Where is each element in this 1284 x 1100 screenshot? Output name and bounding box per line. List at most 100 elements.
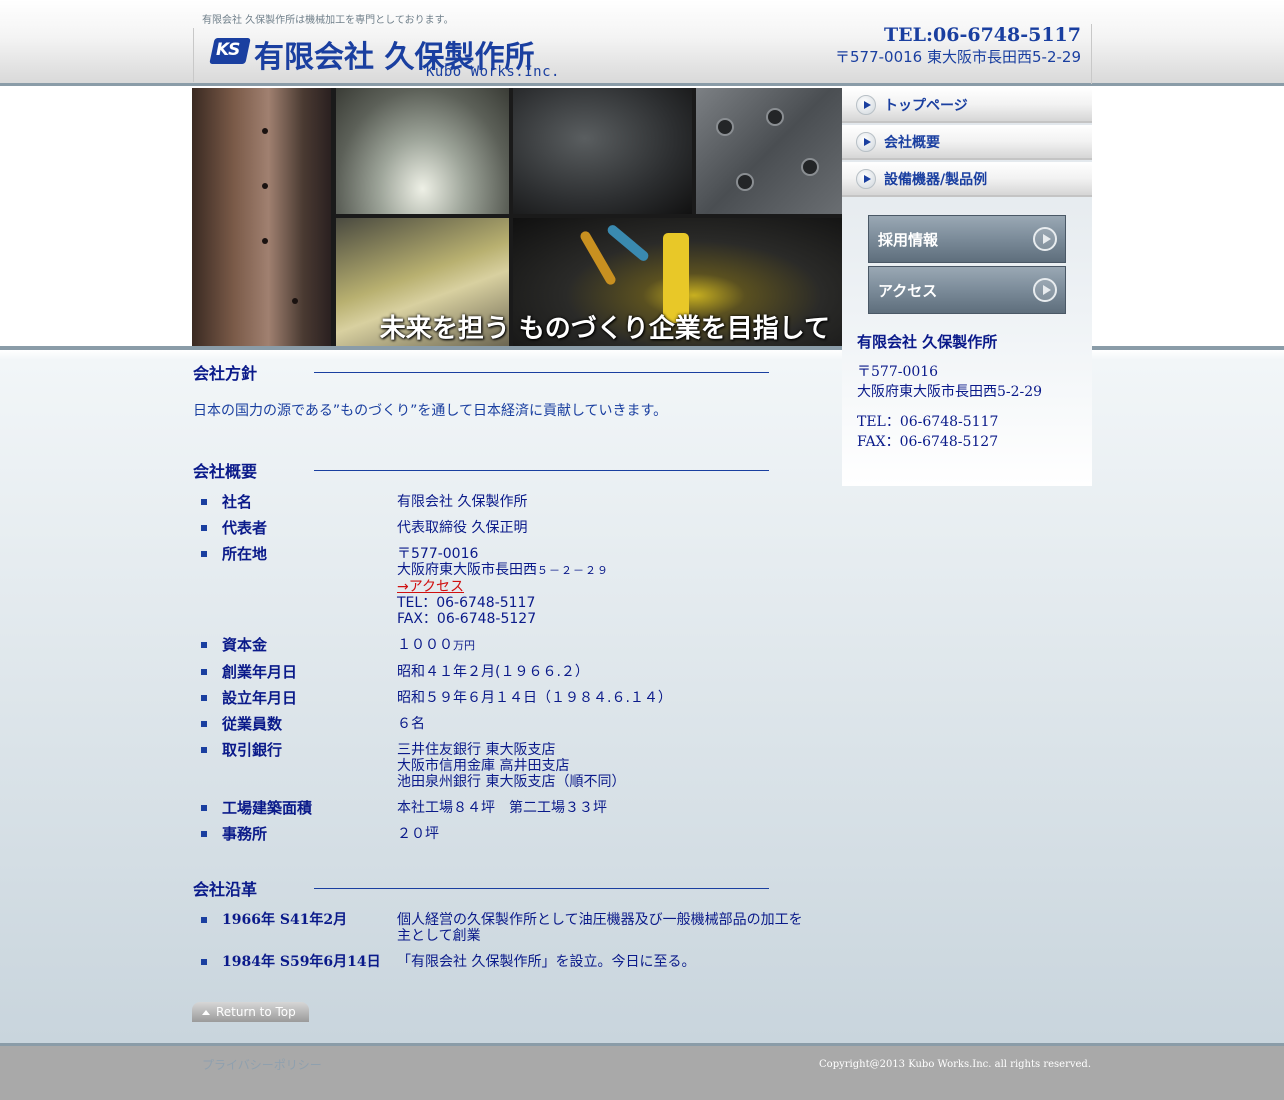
row-label: 取引銀行 bbox=[222, 741, 283, 759]
row-label: 代表者 bbox=[222, 519, 268, 537]
table-row: 事務所 ２０坪 bbox=[193, 826, 813, 842]
hero-photo-plate bbox=[696, 88, 842, 214]
location-postal: 〒577-0016 bbox=[397, 546, 479, 562]
overview-table: 社名 有限会社 久保製作所 代表者 代表取締役 久保正明 所在地 〒577-00… bbox=[193, 494, 813, 842]
table-row: 取引銀行 三井住友銀行 東大阪支店 大阪市信用金庫 高井田支店 池田泉州銀行 東… bbox=[193, 742, 813, 790]
site-footer: プライバシーポリシー Copyright@2013 Kubo Works.Inc… bbox=[0, 1043, 1284, 1100]
row-value: 昭和４１年２月(１９６６.２） bbox=[397, 664, 589, 680]
arrow-up-icon bbox=[202, 1009, 210, 1015]
location-fax: FAX：06-6748-5127 bbox=[397, 611, 537, 627]
row-label: 事務所 bbox=[222, 825, 268, 843]
history-date: 1966年 S41年2月 bbox=[222, 912, 348, 928]
section-rule bbox=[314, 470, 769, 471]
header-tagline: 有限会社 久保製作所は機械加工を専門としております。 bbox=[202, 15, 454, 26]
section-rule bbox=[314, 372, 769, 373]
nav-item-label: 会社概要 bbox=[884, 134, 940, 151]
row-value: 本社工場８４坪 第二工場３３坪 bbox=[397, 800, 607, 816]
section-title: 会社方針 bbox=[193, 364, 258, 383]
nav-item-label: 設備機器/製品例 bbox=[884, 171, 988, 188]
row-value-banks: 三井住友銀行 東大阪支店 大阪市信用金庫 高井田支店 池田泉州銀行 東大阪支店（… bbox=[397, 742, 625, 790]
history-date: 1984年 S59年6月14日 bbox=[222, 954, 381, 970]
bank-item: 大阪市信用金庫 高井田支店 bbox=[397, 758, 570, 774]
history-text: 個人経営の久保製作所として油圧機器及び一般機械部品の加工を主として創業 bbox=[397, 912, 803, 944]
location-address: 大阪府東大阪市長田西 bbox=[397, 562, 537, 578]
logo-mark-text: KS bbox=[216, 40, 240, 60]
return-to-top-label: Return to Top bbox=[216, 1005, 296, 1019]
site-logo[interactable]: KS 有限会社 久保製作所 Kubo Works.Inc. bbox=[193, 28, 573, 82]
row-label: 創業年月日 bbox=[222, 663, 298, 681]
play-arrow-icon bbox=[856, 94, 876, 115]
row-value: １０００万円 bbox=[397, 637, 475, 654]
section-header-history: 会社沿革 bbox=[193, 876, 813, 900]
sidebar: トップページ 会社概要 設備機器/製品例 採用情報 アクセス 有限会社 久保製作… bbox=[842, 88, 1092, 486]
nav-item-company[interactable]: 会社概要 bbox=[842, 125, 1092, 160]
access-button-label: アクセス bbox=[878, 281, 938, 300]
capital-amount: １０００ bbox=[397, 637, 453, 653]
bank-item: 三井住友銀行 東大阪支店 bbox=[397, 742, 556, 758]
history-table: 1966年 S41年2月 個人経営の久保製作所として油圧機器及び一般機械部品の加… bbox=[193, 912, 813, 970]
logo-english-name: Kubo Works.Inc. bbox=[426, 64, 560, 80]
row-label: 設立年月日 bbox=[222, 689, 298, 707]
row-label: 資本金 bbox=[222, 636, 268, 654]
section-header-policy: 会社方針 bbox=[193, 360, 813, 384]
location-address-number: ５－２－２９ bbox=[537, 564, 609, 577]
capital-unit: 万円 bbox=[453, 639, 475, 652]
table-row: 創業年月日 昭和４１年２月(１９６６.２） bbox=[193, 664, 813, 680]
section-rule bbox=[314, 888, 769, 889]
table-row: 代表者 代表取締役 久保正明 bbox=[193, 520, 813, 536]
sidebar-address: 大阪府東大阪市長田西5-2-29 bbox=[857, 384, 1043, 400]
row-value-location: 〒577-0016 大阪府東大阪市長田西５－２－２９ →アクセス TEL：06-… bbox=[397, 546, 609, 627]
access-button[interactable]: アクセス bbox=[868, 266, 1066, 314]
sidebar-tel: TEL：06-6748-5117 bbox=[857, 414, 999, 430]
table-row: 資本金 １０００万円 bbox=[193, 637, 813, 654]
sidebar-company-info: 有限会社 久保製作所 〒577-0016 大阪府東大阪市長田西5-2-29 TE… bbox=[857, 331, 1082, 452]
copyright: Copyright@2013 Kubo Works.Inc. all right… bbox=[819, 1059, 1091, 1070]
header-contact: TEL:06-6748-5117 〒577-0016 東大阪市長田西5-2-29 bbox=[792, 24, 1092, 84]
recruit-button-label: 採用情報 bbox=[878, 230, 939, 249]
privacy-policy-link[interactable]: プライバシーポリシー bbox=[202, 1056, 322, 1073]
hero-photo-cutter bbox=[336, 88, 509, 214]
sidebar-postal: 〒577-0016 bbox=[857, 364, 939, 380]
table-row: 従業員数 ６名 bbox=[193, 716, 813, 732]
section-header-overview: 会社概要 bbox=[193, 458, 813, 482]
hero-caption: 未来を担う ものづくり企業を目指して bbox=[379, 314, 830, 344]
row-label: 工場建築面積 bbox=[222, 799, 313, 817]
bank-item: 池田泉州銀行 東大阪支店（順不同） bbox=[397, 774, 626, 790]
history-text: 「有限会社 久保製作所」を設立。今日に至る。 bbox=[397, 954, 696, 970]
row-value: 代表取締役 久保正明 bbox=[397, 520, 528, 536]
main-content: 会社方針 日本の国力の源である”ものづくり”を通して日本経済に貢献していきます。… bbox=[193, 360, 813, 980]
section-title: 会社沿革 bbox=[193, 880, 258, 899]
header-address: 〒577-0016 東大阪市長田西5-2-29 bbox=[835, 48, 1081, 66]
play-circle-icon bbox=[1033, 278, 1057, 302]
nav-item-label: トップページ bbox=[884, 97, 968, 114]
play-circle-icon bbox=[1033, 227, 1057, 251]
sidebar-fax: FAX：06-6748-5127 bbox=[857, 434, 999, 450]
table-row: 設立年月日 昭和５９年６月１４日（１９８４.６.１４） bbox=[193, 690, 813, 706]
access-link[interactable]: →アクセス bbox=[397, 579, 464, 595]
table-row: 社名 有限会社 久保製作所 bbox=[193, 494, 813, 510]
play-arrow-icon bbox=[856, 131, 876, 152]
header-tel: TEL:06-6748-5117 bbox=[884, 24, 1081, 46]
site-header: 有限会社 久保製作所は機械加工を専門としております。 KS 有限会社 久保製作所… bbox=[0, 0, 1284, 86]
row-label: 従業員数 bbox=[222, 715, 283, 733]
location-tel: TEL：06-6748-5117 bbox=[397, 595, 536, 611]
play-arrow-icon bbox=[856, 168, 876, 189]
hero-banner: 未来を担う ものづくり企業を目指して bbox=[192, 88, 842, 347]
nav-item-equipment[interactable]: 設備機器/製品例 bbox=[842, 162, 1092, 197]
table-row: 1966年 S41年2月 個人経営の久保製作所として油圧機器及び一般機械部品の加… bbox=[193, 912, 813, 944]
return-to-top-button[interactable]: Return to Top bbox=[192, 1002, 309, 1022]
table-row: 所在地 〒577-0016 大阪府東大阪市長田西５－２－２９ →アクセス TEL… bbox=[193, 546, 813, 627]
row-label: 社名 bbox=[222, 493, 253, 511]
section-title: 会社概要 bbox=[193, 462, 258, 481]
row-value: 有限会社 久保製作所 bbox=[397, 494, 528, 510]
recruit-button[interactable]: 採用情報 bbox=[868, 215, 1066, 263]
table-row: 工場建築面積 本社工場８４坪 第二工場３３坪 bbox=[193, 800, 813, 816]
nav-item-top[interactable]: トップページ bbox=[842, 88, 1092, 123]
hero-photo-drill bbox=[513, 88, 692, 214]
row-value: 昭和５９年６月１４日（１９８４.６.１４） bbox=[397, 690, 672, 706]
sidebar-company-name: 有限会社 久保製作所 bbox=[857, 333, 998, 351]
policy-text: 日本の国力の源である”ものづくり”を通して日本経済に貢献していきます。 bbox=[193, 403, 668, 419]
row-label: 所在地 bbox=[222, 545, 268, 563]
row-value: ２０坪 bbox=[397, 826, 439, 842]
table-row: 1984年 S59年6月14日 「有限会社 久保製作所」を設立。今日に至る。 bbox=[193, 954, 813, 970]
